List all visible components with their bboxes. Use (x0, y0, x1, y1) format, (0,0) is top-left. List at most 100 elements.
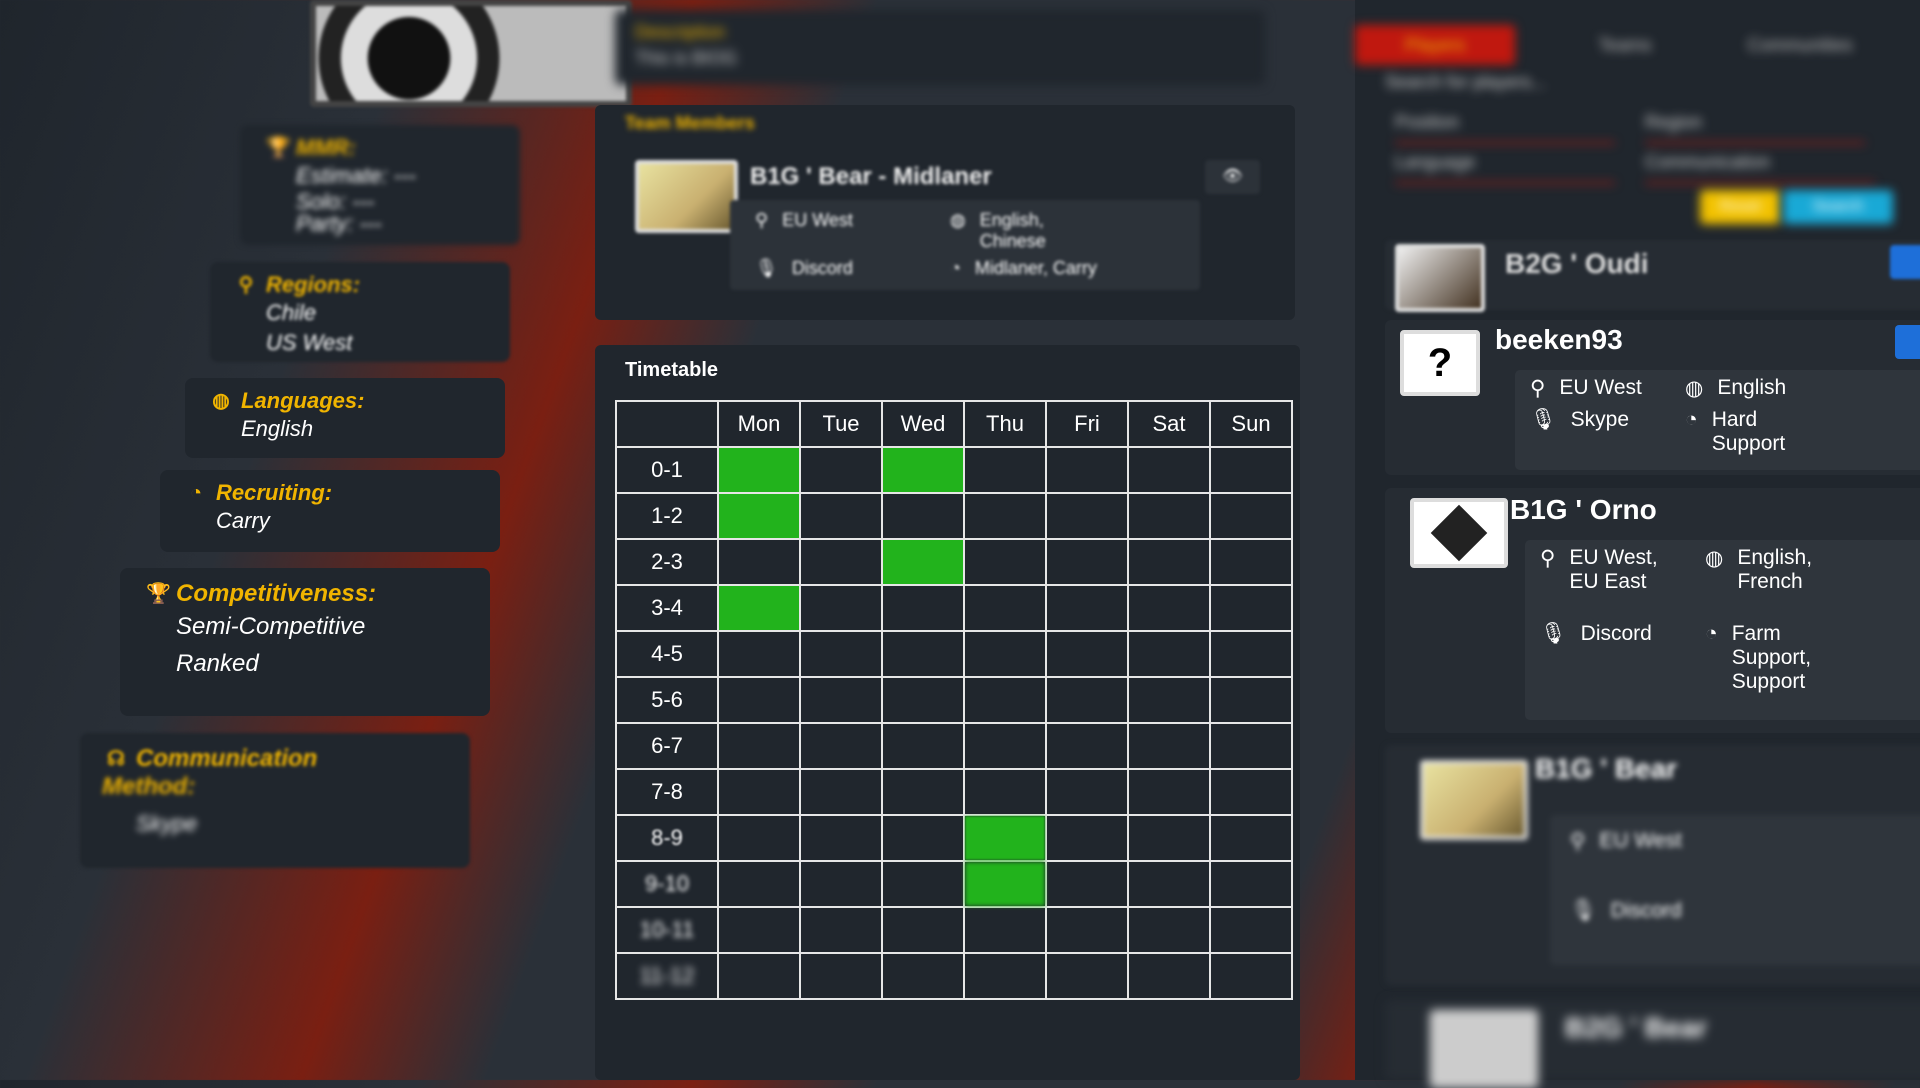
timetable-cell[interactable] (963, 538, 1047, 586)
timetable-cell[interactable] (1209, 492, 1293, 540)
timetable-cell[interactable] (1127, 814, 1211, 862)
timetable-cell[interactable] (1127, 630, 1211, 678)
timetable-cell[interactable] (963, 906, 1047, 954)
reset-button[interactable]: Reset (1700, 190, 1780, 224)
timetable-cell[interactable] (717, 952, 801, 1000)
timetable-cell[interactable] (881, 722, 965, 770)
timetable-cell[interactable] (1209, 630, 1293, 678)
timetable-cell[interactable] (717, 906, 801, 954)
timetable-cell[interactable] (1127, 492, 1211, 540)
timetable-cell[interactable] (1209, 722, 1293, 770)
timetable-cell[interactable] (717, 768, 801, 816)
timetable-cell[interactable] (799, 538, 883, 586)
timetable-cell[interactable] (963, 630, 1047, 678)
timetable-cell[interactable] (881, 814, 965, 862)
timetable-cell[interactable] (963, 952, 1047, 1000)
timetable-cell[interactable] (1045, 768, 1129, 816)
timetable-cell[interactable] (1045, 630, 1129, 678)
timetable-cell[interactable] (717, 860, 801, 908)
communication-filter[interactable]: Communication (1645, 152, 1875, 184)
timetable-cell[interactable] (1127, 906, 1211, 954)
timetable-cell[interactable] (717, 814, 801, 862)
timetable-cell[interactable] (799, 860, 883, 908)
timetable-cell[interactable] (799, 676, 883, 724)
timetable-cell[interactable] (881, 538, 965, 586)
timetable-cell[interactable] (1045, 860, 1129, 908)
timetable-cell[interactable] (1045, 906, 1129, 954)
timetable-cell[interactable] (963, 814, 1047, 862)
timetable-cell[interactable] (881, 630, 965, 678)
timetable-cell[interactable] (717, 676, 801, 724)
timetable-cell[interactable] (1045, 538, 1129, 586)
timetable-cell[interactable] (1209, 538, 1293, 586)
add-player-button[interactable] (1895, 325, 1920, 359)
timetable-cell[interactable] (1045, 722, 1129, 770)
timetable-cell[interactable] (799, 584, 883, 632)
player-search-input[interactable]: Search for players... (1385, 72, 1805, 102)
timetable-cell[interactable] (1045, 814, 1129, 862)
timetable-cell[interactable] (1209, 814, 1293, 862)
add-player-button[interactable] (1890, 245, 1920, 279)
timetable-cell[interactable] (717, 538, 801, 586)
timetable-cell[interactable] (1127, 446, 1211, 494)
timetable-cell[interactable] (1127, 676, 1211, 724)
view-member-button[interactable]: 👁 (1205, 160, 1260, 194)
timetable-cell[interactable] (1127, 860, 1211, 908)
timetable-cell[interactable] (1209, 860, 1293, 908)
timetable-cell[interactable] (799, 446, 883, 494)
region-filter[interactable]: Region (1645, 112, 1865, 144)
tab-communities[interactable]: Communities (1715, 25, 1885, 65)
timetable-cell[interactable] (1045, 446, 1129, 494)
timetable-cell[interactable] (1127, 538, 1211, 586)
timetable-cell[interactable] (963, 768, 1047, 816)
player-card[interactable]: B1G ' Bear ⚲ EU West 🎙 Discord (1385, 745, 1920, 985)
timetable-cell[interactable] (799, 768, 883, 816)
tab-players[interactable]: Players (1355, 25, 1515, 65)
timetable-cell[interactable] (1045, 676, 1129, 724)
timetable-cell[interactable] (1127, 584, 1211, 632)
timetable-cell[interactable] (1209, 952, 1293, 1000)
player-card[interactable]: ? beeken93 ⚲ EU West ◍ English 🎙 Skype ◔ Har… (1385, 320, 1920, 475)
timetable-cell[interactable] (881, 952, 965, 1000)
timetable-cell[interactable] (1127, 768, 1211, 816)
timetable-cell[interactable] (963, 676, 1047, 724)
timetable-cell[interactable] (799, 630, 883, 678)
timetable-cell[interactable] (1045, 584, 1129, 632)
language-filter[interactable]: Language (1395, 152, 1615, 184)
timetable-cell[interactable] (717, 492, 801, 540)
timetable-cell[interactable] (1127, 952, 1211, 1000)
timetable-cell[interactable] (963, 722, 1047, 770)
timetable-cell[interactable] (717, 446, 801, 494)
timetable-cell[interactable] (799, 906, 883, 954)
timetable-cell[interactable] (717, 630, 801, 678)
timetable-cell[interactable] (881, 584, 965, 632)
timetable-cell[interactable] (1045, 952, 1129, 1000)
timetable-cell[interactable] (963, 860, 1047, 908)
timetable-cell[interactable] (1127, 722, 1211, 770)
position-filter[interactable]: Position (1395, 112, 1615, 144)
timetable-cell[interactable] (799, 814, 883, 862)
timetable-cell[interactable] (799, 952, 883, 1000)
timetable-cell[interactable] (717, 584, 801, 632)
player-card[interactable]: B2G ' Oudi (1385, 240, 1920, 312)
timetable-cell[interactable] (963, 584, 1047, 632)
timetable-cell[interactable] (1209, 446, 1293, 494)
timetable-cell[interactable] (881, 492, 965, 540)
timetable-cell[interactable] (881, 676, 965, 724)
tab-teams[interactable]: Teams (1555, 25, 1695, 65)
timetable-cell[interactable] (1209, 676, 1293, 724)
timetable-cell[interactable] (881, 860, 965, 908)
timetable-cell[interactable] (1209, 906, 1293, 954)
timetable-cell[interactable] (799, 722, 883, 770)
timetable-cell[interactable] (717, 722, 801, 770)
player-card[interactable]: B1G ' Orno ⚲ EU West, EU East ◍ English, F… (1385, 488, 1920, 733)
timetable-cell[interactable] (799, 492, 883, 540)
player-card[interactable]: B2G ' Bear (1385, 1000, 1920, 1088)
timetable-cell[interactable] (1209, 768, 1293, 816)
timetable-cell[interactable] (881, 768, 965, 816)
timetable-cell[interactable] (881, 446, 965, 494)
search-button[interactable]: Search (1783, 190, 1893, 224)
timetable-cell[interactable] (1045, 492, 1129, 540)
timetable-cell[interactable] (963, 446, 1047, 494)
timetable-cell[interactable] (963, 492, 1047, 540)
